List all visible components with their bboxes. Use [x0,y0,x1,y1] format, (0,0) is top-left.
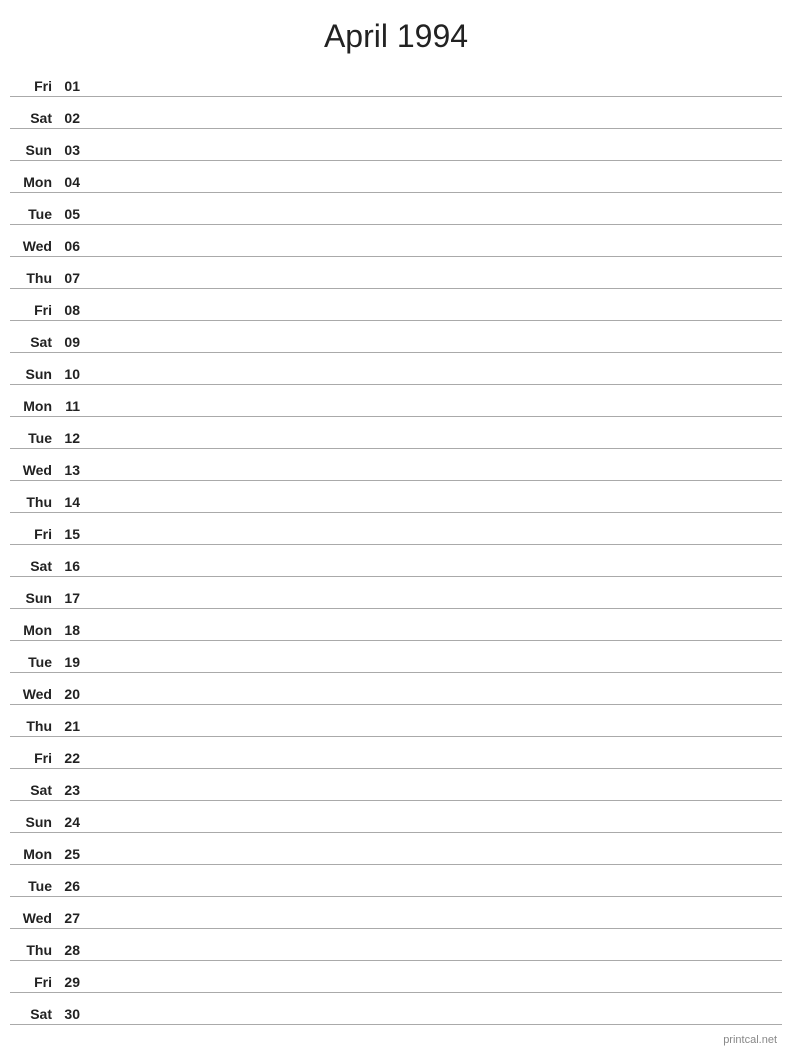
day-name: Wed [10,686,58,702]
day-name: Sat [10,782,58,798]
calendar-grid: Fri01Sat02Sun03Mon04Tue05Wed06Thu07Fri08… [0,65,792,1025]
day-name: Fri [10,974,58,990]
day-row: Sun17 [10,577,782,609]
day-row: Fri22 [10,737,782,769]
day-row: Fri15 [10,513,782,545]
day-number: 30 [58,1006,88,1022]
day-row: Thu07 [10,257,782,289]
day-name: Fri [10,750,58,766]
day-number: 25 [58,846,88,862]
day-number: 01 [58,78,88,94]
day-name: Fri [10,302,58,318]
day-row: Tue26 [10,865,782,897]
day-number: 26 [58,878,88,894]
day-row: Fri08 [10,289,782,321]
day-row: Sun24 [10,801,782,833]
day-name: Sat [10,558,58,574]
day-name: Mon [10,846,58,862]
day-row: Wed06 [10,225,782,257]
day-row: Sat02 [10,97,782,129]
day-number: 13 [58,462,88,478]
day-number: 19 [58,654,88,670]
day-row: Sat16 [10,545,782,577]
day-name: Thu [10,270,58,286]
day-row: Thu14 [10,481,782,513]
day-number: 08 [58,302,88,318]
day-name: Sun [10,590,58,606]
day-row: Wed27 [10,897,782,929]
day-row: Mon11 [10,385,782,417]
day-number: 29 [58,974,88,990]
day-row: Tue19 [10,641,782,673]
day-row: Mon04 [10,161,782,193]
day-name: Tue [10,878,58,894]
day-number: 16 [58,558,88,574]
day-name: Tue [10,206,58,222]
day-number: 05 [58,206,88,222]
day-name: Mon [10,398,58,414]
day-row: Wed13 [10,449,782,481]
day-number: 07 [58,270,88,286]
day-number: 28 [58,942,88,958]
day-name: Mon [10,622,58,638]
day-row: Fri01 [10,65,782,97]
day-row: Sun10 [10,353,782,385]
day-number: 18 [58,622,88,638]
day-number: 03 [58,142,88,158]
day-number: 15 [58,526,88,542]
day-number: 27 [58,910,88,926]
day-number: 12 [58,430,88,446]
day-number: 04 [58,174,88,190]
day-name: Sun [10,142,58,158]
day-row: Tue12 [10,417,782,449]
day-name: Mon [10,174,58,190]
day-number: 02 [58,110,88,126]
day-number: 21 [58,718,88,734]
day-row: Mon18 [10,609,782,641]
day-row: Mon25 [10,833,782,865]
day-name: Thu [10,494,58,510]
day-name: Sat [10,1006,58,1022]
day-row: Sat23 [10,769,782,801]
day-number: 09 [58,334,88,350]
day-row: Wed20 [10,673,782,705]
day-name: Thu [10,718,58,734]
day-number: 10 [58,366,88,382]
day-number: 24 [58,814,88,830]
day-name: Sat [10,334,58,350]
day-name: Tue [10,430,58,446]
day-number: 17 [58,590,88,606]
day-name: Thu [10,942,58,958]
day-row: Tue05 [10,193,782,225]
day-name: Sun [10,366,58,382]
day-number: 14 [58,494,88,510]
day-number: 06 [58,238,88,254]
day-row: Thu28 [10,929,782,961]
day-number: 23 [58,782,88,798]
day-name: Fri [10,526,58,542]
day-name: Tue [10,654,58,670]
day-row: Sat30 [10,993,782,1025]
day-name: Fri [10,78,58,94]
day-name: Wed [10,462,58,478]
day-name: Wed [10,238,58,254]
day-row: Sat09 [10,321,782,353]
footer-text: printcal.net [723,1034,777,1046]
day-name: Wed [10,910,58,926]
page-title: April 1994 [0,0,792,65]
day-row: Fri29 [10,961,782,993]
day-name: Sun [10,814,58,830]
day-row: Sun03 [10,129,782,161]
day-number: 22 [58,750,88,766]
day-number: 20 [58,686,88,702]
day-name: Sat [10,110,58,126]
day-number: 11 [58,398,88,414]
day-row: Thu21 [10,705,782,737]
